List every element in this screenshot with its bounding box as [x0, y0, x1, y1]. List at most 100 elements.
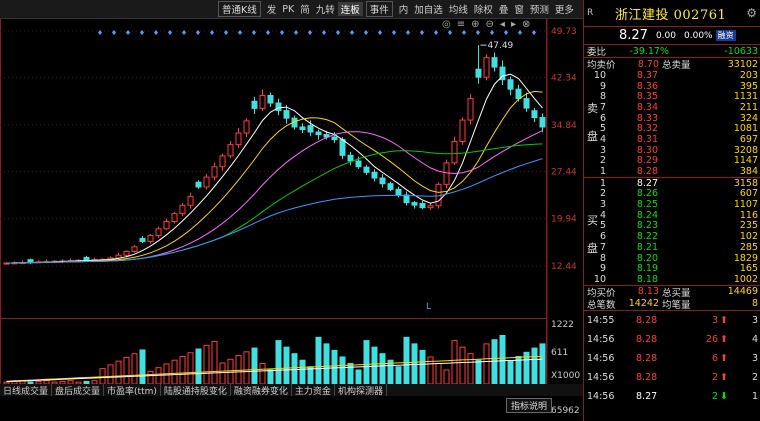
candle-body: [315, 131, 322, 136]
indicator-tab[interactable]: 主力资金: [292, 384, 335, 397]
arrow-up-icon: ⬆: [720, 333, 728, 345]
price-change-pct: 0.00%: [684, 30, 713, 41]
zoom-in-icon[interactable]: ⊕: [471, 19, 479, 30]
sell-level[interactable]: 4 8.31 697: [584, 134, 760, 145]
list-icon[interactable]: ≡: [457, 19, 465, 30]
buy-level[interactable]: 3 8.25 1107: [584, 199, 760, 210]
toolbar-item[interactable]: 除权: [471, 2, 496, 16]
volume-bar: [355, 369, 362, 385]
buy-level[interactable]: 6 8.22 102: [584, 231, 760, 242]
left-icon[interactable]: ◂: [500, 19, 505, 30]
toolbar-item[interactable]: 发: [264, 2, 280, 16]
candle-body: [83, 256, 90, 261]
candle-body: [235, 132, 242, 146]
volume-bar: [315, 336, 322, 385]
candle-body: [163, 220, 170, 230]
volume-bar: [483, 343, 490, 385]
toolbar-item[interactable]: 事件: [365, 1, 393, 17]
sell-level[interactable]: 8 8.35 1131: [584, 91, 760, 102]
candle-body: [283, 110, 290, 119]
buy-level[interactable]: 9 8.19 165: [584, 263, 760, 274]
buy-price: 8.24: [636, 209, 658, 221]
sell-level[interactable]: 10 8.37 203: [584, 70, 760, 81]
toolbar-item[interactable]: 均线: [446, 2, 471, 16]
volume-bar: [243, 351, 250, 385]
tick-row: 14:56 8.28 6 ⬆ 3: [584, 349, 760, 368]
toolbar-item[interactable]: 九转: [313, 2, 338, 16]
close-icon[interactable]: ⊗: [522, 19, 530, 30]
toolbar-item[interactable]: 窗: [511, 2, 527, 16]
sell-level[interactable]: 7 8.34 211: [584, 102, 760, 113]
buy-level[interactable]: 4 8.24 116: [584, 210, 760, 221]
gear-icon[interactable]: ⚙: [746, 6, 757, 20]
buy-level[interactable]: 7 8.21 285: [584, 242, 760, 253]
sell-level[interactable]: 6 8.33 324: [584, 113, 760, 124]
toolbar-item[interactable]: 普通K线: [218, 1, 261, 17]
right-icon[interactable]: ▸: [511, 19, 516, 30]
event-marker: [490, 30, 494, 35]
volume-bar: [363, 340, 370, 385]
sell-level[interactable]: 1 8.28 384: [584, 166, 760, 177]
candle-body: [411, 202, 418, 206]
candle-body: [371, 171, 378, 179]
high-label: 47.49: [488, 41, 514, 51]
buy-level[interactable]: 5 8.23 235: [584, 220, 760, 232]
zoom-out-icon[interactable]: ⊖: [486, 19, 494, 30]
toolbar-item[interactable]: 叠: [496, 2, 512, 16]
volume-bar: [323, 343, 330, 385]
tick-price: 8.28: [636, 352, 658, 364]
trade-count-row: 总笔数 14242 均笔量 8: [584, 298, 760, 311]
buy-price: 8.22: [636, 231, 658, 243]
candle-body: [491, 57, 498, 68]
tick-row: 14:56 8.27 2 ⬇ 1: [584, 387, 760, 406]
toolbar-item[interactable]: 内: [396, 2, 412, 16]
volume-bar: [267, 369, 274, 385]
buy-volume: 1829: [733, 252, 758, 264]
buy-level[interactable]: 2 8.26 607: [584, 188, 760, 200]
sell-price: 8.36: [636, 80, 658, 92]
toolbar-item[interactable]: 简: [297, 2, 313, 16]
toolbar-item[interactable]: 预测: [527, 2, 552, 16]
sell-level-num: 3: [599, 144, 606, 156]
margin-badge[interactable]: 融资: [715, 30, 736, 41]
sell-level[interactable]: 2 8.29 1147: [584, 155, 760, 166]
buy-level-num: 2: [599, 188, 606, 200]
candle-body: [179, 204, 186, 215]
tick-row: 14:56 8.28 2 ⬆ 2: [584, 368, 760, 387]
tick-price: 8.28: [636, 314, 658, 326]
event-marker: [238, 30, 242, 35]
indicator-tab[interactable]: 陆股通持股变化: [161, 384, 231, 397]
toolbar-item[interactable]: 加自选: [411, 2, 446, 16]
indicator-tab[interactable]: 盘后成交量: [52, 384, 105, 397]
buy-level[interactable]: 1 8.27 3158: [584, 178, 760, 189]
indicator-tab[interactable]: 市盈率(ttm): [104, 384, 161, 397]
tick-time: 14:55: [587, 314, 615, 326]
toolbar-item[interactable]: PK: [279, 4, 297, 15]
sell-level[interactable]: 3 8.30 3208: [584, 145, 760, 156]
sell-level[interactable]: 5 8.32 1081: [584, 123, 760, 134]
buy-price: 8.27: [636, 177, 658, 189]
buy-price: 8.23: [636, 220, 658, 232]
indicator-help-button[interactable]: 指标说明: [506, 398, 553, 413]
sell-level[interactable]: 9 8.36 395: [584, 81, 760, 92]
tick-price: 8.28: [636, 333, 658, 345]
sell-volume: 3208: [733, 144, 758, 156]
toolbar-item[interactable]: 更多: [552, 2, 577, 16]
indicator-tab[interactable]: 机构探测器: [335, 384, 387, 397]
event-marker: [350, 30, 354, 35]
buy-level-num: 4: [599, 209, 606, 221]
volume-bar: [283, 346, 290, 385]
sell-level-num: 7: [599, 101, 606, 113]
indicator-tab[interactable]: 日线成交量: [0, 384, 53, 397]
toolbar-item[interactable]: 连板: [337, 2, 363, 16]
volume-tick-label: X1000: [551, 371, 580, 381]
candle-body: [131, 246, 138, 252]
indicator-tab[interactable]: 融资融券变化: [231, 384, 292, 397]
buy-level[interactable]: 10 8.18 1002: [584, 274, 760, 285]
event-marker: [182, 30, 186, 35]
kline-chart[interactable]: 49.73 42.34 34.84 27.44 19.94 12.44 1222 611 X10…: [0, 0, 583, 421]
avg-bid-price: 8.13: [637, 286, 659, 298]
volume-bar: [227, 358, 234, 385]
buy-level[interactable]: 8 8.20 1829: [584, 253, 760, 264]
eye-icon[interactable]: ◎: [442, 19, 451, 30]
